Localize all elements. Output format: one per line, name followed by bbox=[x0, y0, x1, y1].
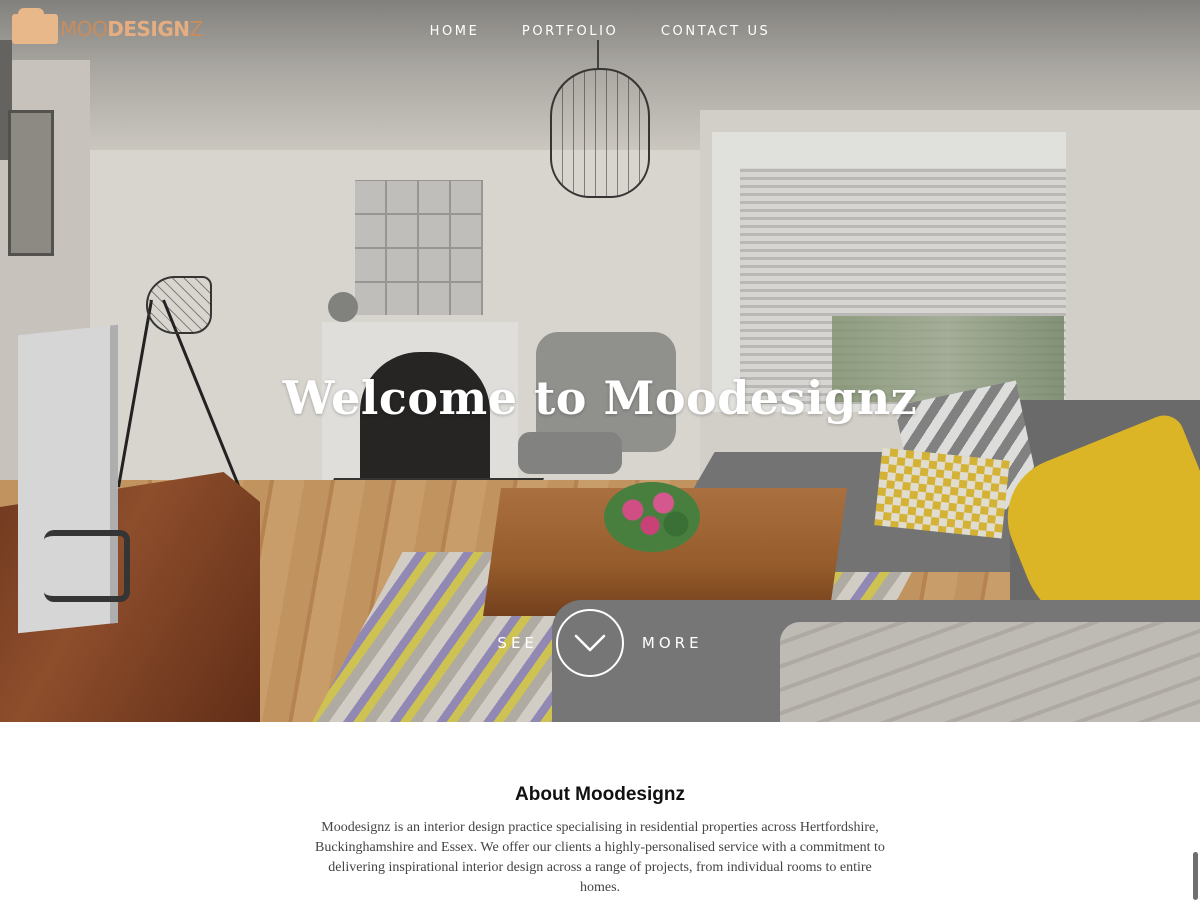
page-scrollbar[interactable] bbox=[1193, 852, 1198, 900]
nav-portfolio-link[interactable]: PORTFOLIO bbox=[522, 24, 619, 39]
chevron-down-icon bbox=[574, 634, 606, 652]
about-paragraph: Moodesignz is an interior design practic… bbox=[315, 820, 885, 895]
see-more-button[interactable] bbox=[555, 609, 624, 677]
about-heading: About Moodesignz bbox=[515, 783, 685, 805]
hero-section: MOODESIGNZ HOME PORTFOLIO CONTACT US Wel… bbox=[0, 0, 1200, 722]
see-more-control: SEE MORE bbox=[0, 608, 1200, 678]
hero-title: Welcome to Moodesignz bbox=[282, 370, 918, 425]
nav-home-link[interactable]: HOME bbox=[430, 24, 480, 39]
see-more-left-label: SEE bbox=[497, 634, 538, 652]
main-nav: HOME PORTFOLIO CONTACT US bbox=[0, 22, 1200, 40]
see-more-right-label: MORE bbox=[641, 634, 703, 652]
nav-contact-link[interactable]: CONTACT US bbox=[661, 24, 771, 39]
